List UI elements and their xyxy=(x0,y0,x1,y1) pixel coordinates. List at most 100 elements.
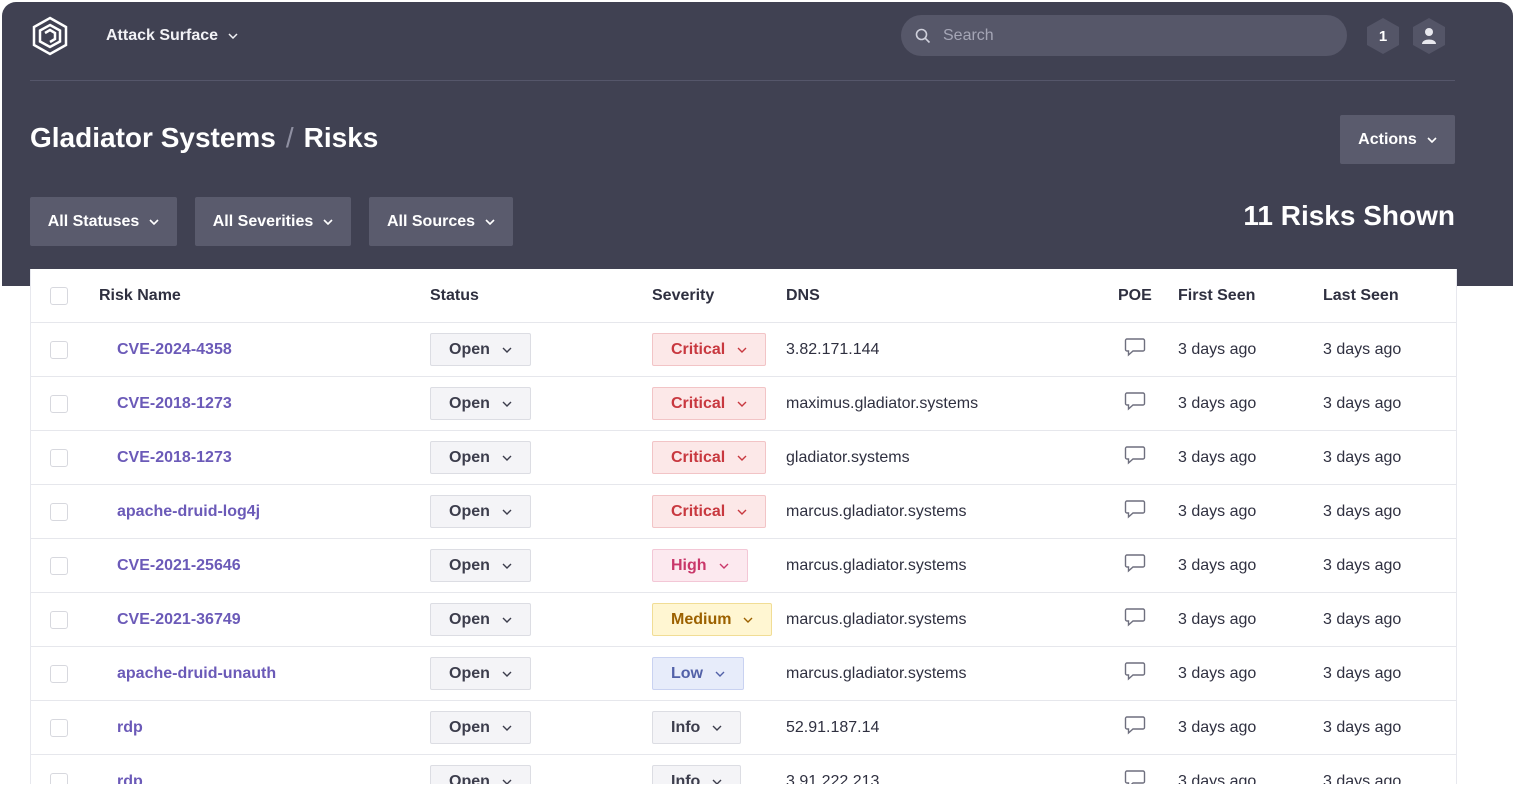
search-input[interactable] xyxy=(941,25,1325,46)
status-dropdown[interactable]: Open xyxy=(430,603,531,636)
chevron-down-icon xyxy=(502,455,512,461)
status-dropdown[interactable]: Open xyxy=(430,657,531,690)
severity-dropdown[interactable]: Info xyxy=(652,765,742,784)
row-checkbox[interactable] xyxy=(50,556,68,575)
app-window: Attack Surface 1 Gladiator Systems / Ris… xyxy=(2,2,1513,784)
poe-cell xyxy=(1118,484,1178,539)
last-seen-cell: 3 days ago xyxy=(1323,376,1456,431)
top-navigation: Attack Surface 1 xyxy=(30,2,1455,81)
header-status[interactable]: Status xyxy=(430,269,652,323)
status-value: Open xyxy=(449,448,490,466)
severity-dropdown[interactable]: Critical xyxy=(652,333,767,366)
header-risk-name[interactable]: Risk Name xyxy=(99,269,430,323)
severity-value: High xyxy=(671,556,707,574)
comment-icon[interactable] xyxy=(1124,607,1146,627)
chevron-down-icon xyxy=(502,509,512,515)
status-dropdown[interactable]: Open xyxy=(430,711,531,744)
table-row[interactable]: CVE-2024-4358 Open Critical 3.82.171.144 3 d… xyxy=(31,322,1456,377)
risk-name-link[interactable]: CVE-2018-1273 xyxy=(99,395,232,412)
product-switcher[interactable]: Attack Surface xyxy=(106,24,238,48)
severity-dropdown[interactable]: Critical xyxy=(652,495,767,528)
header-first-seen[interactable]: First Seen xyxy=(1178,269,1323,323)
status-value: Open xyxy=(449,556,490,574)
notification-badge[interactable]: 1 xyxy=(1363,16,1403,56)
severity-value: Critical xyxy=(671,502,726,520)
risk-name-link[interactable]: apache-druid-unauth xyxy=(99,665,276,682)
status-dropdown[interactable]: Open xyxy=(430,387,531,420)
risk-name-link[interactable]: apache-druid-log4j xyxy=(99,503,260,520)
table-header-row: Risk Name Status Severity DNS POE First … xyxy=(31,269,1456,323)
row-checkbox[interactable] xyxy=(50,340,68,359)
row-checkbox[interactable] xyxy=(50,664,68,683)
severity-dropdown[interactable]: Low xyxy=(652,657,744,690)
dns-cell: marcus.gladiator.systems xyxy=(786,592,1118,647)
chevron-down-icon xyxy=(502,617,512,623)
table-row[interactable]: rdp Open Info 3.91.222.213 3 days ago 3 days … xyxy=(31,754,1456,785)
header-severity[interactable]: Severity xyxy=(652,269,786,323)
severity-dropdown[interactable]: Critical xyxy=(652,387,767,420)
first-seen-cell: 3 days ago xyxy=(1178,484,1323,539)
dns-cell: 3.82.171.144 xyxy=(786,322,1118,377)
row-checkbox[interactable] xyxy=(50,502,68,521)
search-bar[interactable] xyxy=(901,15,1347,56)
status-dropdown[interactable]: Open xyxy=(430,495,531,528)
first-seen-cell: 3 days ago xyxy=(1178,376,1323,431)
table-row[interactable]: rdp Open Info 52.91.187.14 3 days ago 3 days … xyxy=(31,700,1456,755)
hexagon-logo-icon[interactable] xyxy=(30,16,70,56)
severity-value: Medium xyxy=(671,610,732,628)
risk-name-link[interactable]: CVE-2021-25646 xyxy=(99,557,241,574)
risk-name-link[interactable]: rdp xyxy=(99,719,143,736)
row-select-cell xyxy=(31,700,99,755)
risk-name-link[interactable]: CVE-2018-1273 xyxy=(99,449,232,466)
table-row[interactable]: CVE-2018-1273 Open Critical gladiator.syste… xyxy=(31,430,1456,485)
comment-icon[interactable] xyxy=(1124,661,1146,681)
source-filter[interactable]: All Sources xyxy=(369,197,513,246)
severity-filter[interactable]: All Severities xyxy=(195,197,351,246)
comment-icon[interactable] xyxy=(1124,769,1146,784)
status-dropdown[interactable]: Open xyxy=(430,333,531,366)
first-seen-cell: 3 days ago xyxy=(1178,538,1323,593)
table-row[interactable]: CVE-2021-36749 Open Medium marcus.gladiator… xyxy=(31,592,1456,647)
row-checkbox[interactable] xyxy=(50,394,68,413)
status-filter[interactable]: All Statuses xyxy=(30,197,177,246)
poe-cell xyxy=(1118,430,1178,485)
row-select-cell xyxy=(31,376,99,431)
row-checkbox[interactable] xyxy=(50,610,68,629)
chevron-down-icon xyxy=(737,401,747,407)
header-dns[interactable]: DNS xyxy=(786,269,1118,323)
severity-dropdown[interactable]: High xyxy=(652,549,748,582)
comment-icon[interactable] xyxy=(1124,715,1146,735)
risk-name-link[interactable]: rdp xyxy=(99,773,143,785)
severity-dropdown[interactable]: Medium xyxy=(652,603,773,636)
row-checkbox[interactable] xyxy=(50,772,68,784)
risk-name-link[interactable]: CVE-2024-4358 xyxy=(99,341,232,358)
status-dropdown[interactable]: Open xyxy=(430,549,531,582)
comment-icon[interactable] xyxy=(1124,499,1146,519)
severity-dropdown[interactable]: Info xyxy=(652,711,742,744)
status-dropdown[interactable]: Open xyxy=(430,765,531,784)
row-checkbox[interactable] xyxy=(50,448,68,467)
select-all-checkbox[interactable] xyxy=(50,286,68,305)
status-dropdown[interactable]: Open xyxy=(430,441,531,474)
comment-icon[interactable] xyxy=(1124,553,1146,573)
table-row[interactable]: CVE-2018-1273 Open Critical maximus.gladiat… xyxy=(31,376,1456,431)
actions-button[interactable]: Actions xyxy=(1340,115,1455,164)
user-avatar[interactable] xyxy=(1409,16,1449,56)
row-checkbox[interactable] xyxy=(50,718,68,737)
row-select-cell xyxy=(31,646,99,701)
comment-icon[interactable] xyxy=(1124,391,1146,411)
first-seen-cell: 3 days ago xyxy=(1178,322,1323,377)
table-row[interactable]: apache-druid-unauth Open Low marcus.gladiat… xyxy=(31,646,1456,701)
page-header: Attack Surface 1 Gladiator Systems / Ris… xyxy=(2,2,1513,286)
severity-dropdown[interactable]: Critical xyxy=(652,441,767,474)
comment-icon[interactable] xyxy=(1124,337,1146,357)
breadcrumb-org[interactable]: Gladiator Systems xyxy=(30,122,276,154)
comment-icon[interactable] xyxy=(1124,445,1146,465)
table-row[interactable]: CVE-2021-25646 Open High marcus.gladiator.s… xyxy=(31,538,1456,593)
severity-filter-label: All Severities xyxy=(212,212,314,230)
header-last-seen[interactable]: Last Seen xyxy=(1323,269,1456,323)
table-row[interactable]: apache-druid-log4j Open Critical marcus.gla… xyxy=(31,484,1456,539)
risk-name-link[interactable]: CVE-2021-36749 xyxy=(99,611,241,628)
chevron-down-icon xyxy=(502,347,512,353)
header-poe[interactable]: POE xyxy=(1118,269,1178,323)
